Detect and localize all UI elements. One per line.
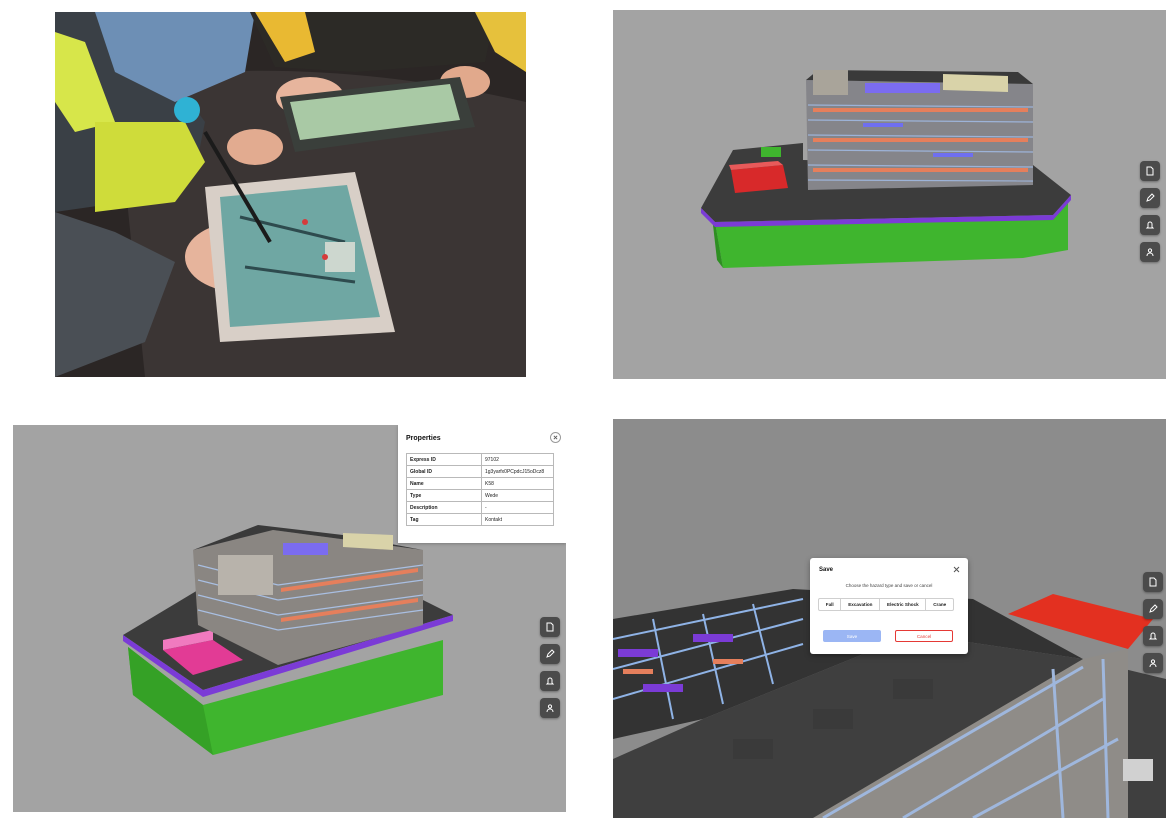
bell-button[interactable] (1143, 626, 1163, 646)
viewer-toolbar (540, 617, 560, 718)
table-row: Name K58 (406, 477, 554, 490)
hazard-option-fall[interactable]: Fall (819, 599, 842, 610)
property-value: - (481, 501, 554, 514)
person-button[interactable] (1140, 242, 1160, 262)
property-value: Wede (481, 489, 554, 502)
properties-close-button[interactable] (550, 432, 561, 443)
viewer-toolbar (1140, 161, 1160, 262)
bim-viewer-panel-3[interactable]: Save Choose the hazard type and save or … (613, 419, 1166, 818)
photo-scene (55, 12, 526, 377)
document-icon (1149, 577, 1157, 587)
pencil-button[interactable] (1140, 188, 1160, 208)
close-icon (553, 435, 558, 440)
viewer-toolbar (1143, 572, 1163, 673)
properties-table: Express ID 97102 Global ID 1g3yarfx0PCpd… (406, 453, 554, 526)
person-icon (1149, 659, 1157, 668)
property-key: Global ID (406, 465, 482, 478)
person-icon (546, 704, 554, 713)
bim-viewer-panel-1[interactable] (613, 10, 1166, 379)
table-row: Description - (406, 501, 554, 514)
table-row: Express ID 97102 (406, 453, 554, 466)
photo-tablets-panel (55, 12, 526, 377)
property-key: Name (406, 477, 482, 490)
hazard-type-selector: Fall Excavation Electric Shock Crane (818, 598, 954, 611)
dialog-title: Save (819, 567, 834, 573)
properties-panel: Properties Express ID 97102 Global ID 1g… (398, 425, 566, 543)
dialog-prompt: Choose the hazard type and save or cance… (845, 583, 933, 588)
property-key: Type (406, 489, 482, 502)
pencil-button[interactable] (1143, 599, 1163, 619)
bell-icon (545, 677, 555, 685)
property-key: Express ID (406, 453, 482, 466)
close-icon (953, 566, 960, 573)
bell-button[interactable] (1140, 215, 1160, 235)
property-key: Description (406, 501, 482, 514)
table-row: Global ID 1g3yarfx0PCpdcJ15oDcz8 (406, 465, 554, 478)
pencil-icon (1149, 604, 1158, 613)
document-button[interactable] (1143, 572, 1163, 592)
property-value: 1g3yarfx0PCpdcJ15oDcz8 (481, 465, 554, 478)
bell-icon (1145, 221, 1155, 229)
document-button[interactable] (540, 617, 560, 637)
property-value: Kontakt (481, 513, 554, 526)
bell-button[interactable] (540, 671, 560, 691)
table-row: Tag Kontakt (406, 513, 554, 526)
building-model-3d[interactable] (613, 10, 1166, 379)
save-button[interactable]: Save (823, 630, 881, 642)
property-key: Tag (406, 513, 482, 526)
document-button[interactable] (1140, 161, 1160, 181)
cancel-button[interactable]: Cancel (895, 630, 953, 642)
property-value: 97102 (481, 453, 554, 466)
pencil-icon (1146, 193, 1155, 202)
person-button[interactable] (540, 698, 560, 718)
person-icon (1146, 248, 1154, 257)
property-value: K58 (481, 477, 554, 490)
pencil-button[interactable] (540, 644, 560, 664)
hazard-option-crane[interactable]: Crane (926, 599, 953, 610)
bell-icon (1148, 632, 1158, 640)
pencil-icon (546, 649, 555, 658)
table-row: Type Wede (406, 489, 554, 502)
bim-viewer-panel-2[interactable]: Properties Express ID 97102 Global ID 1g… (13, 425, 566, 812)
document-icon (546, 622, 554, 632)
document-icon (1146, 166, 1154, 176)
properties-title: Properties (406, 435, 441, 442)
dialog-close-button[interactable] (953, 566, 960, 573)
hazard-option-electric-shock[interactable]: Electric Shock (880, 599, 927, 610)
save-hazard-dialog: Save Choose the hazard type and save or … (810, 558, 968, 654)
hazard-option-excavation[interactable]: Excavation (841, 599, 881, 610)
person-button[interactable] (1143, 653, 1163, 673)
